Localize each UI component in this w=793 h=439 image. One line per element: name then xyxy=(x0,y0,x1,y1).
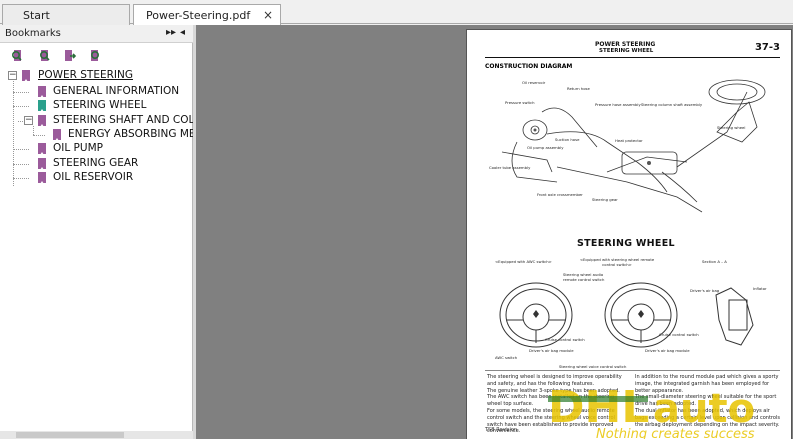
dhlauto-watermark-logo: DHL auto Nothing creates success xyxy=(548,382,755,439)
label-awc-equipped: <Equipped with AWC switch> xyxy=(495,259,552,264)
construction-diagram-title: CONSTRUCTION DIAGRAM xyxy=(485,63,573,70)
collapse-panel-icon[interactable]: ◂ xyxy=(180,27,185,38)
bookmark-label: STEERING WHEEL xyxy=(53,99,147,111)
tab-start[interactable]: Start xyxy=(2,4,130,25)
tree-connector xyxy=(13,149,29,150)
expand-bookmark-icon[interactable] xyxy=(63,49,77,63)
page-number: 37-3 xyxy=(754,42,780,53)
label-drivers-air-bag: Driver's air bag xyxy=(690,288,720,293)
section-title: POWER STEERING xyxy=(595,41,656,48)
svg-text:auto: auto xyxy=(653,386,755,432)
label-awc-switch: AWC switch xyxy=(495,355,518,360)
bookmark-icon xyxy=(38,143,46,155)
svg-text:DHL: DHL xyxy=(548,382,649,433)
new-bookmark-icon[interactable] xyxy=(11,49,25,63)
bookmark-icon xyxy=(38,115,46,127)
collapse-toggle[interactable]: − xyxy=(8,71,17,80)
pdf-viewer-app: Start Power-Steering.pdf × Bookmarks ▸▸ … xyxy=(0,0,793,439)
subsection-title: STEERING WHEEL xyxy=(599,48,654,54)
section-divider xyxy=(485,370,780,371)
bookmark-label: GENERAL INFORMATION xyxy=(53,85,180,97)
bookmark-properties-icon[interactable] xyxy=(88,49,102,63)
tab-label: Power-Steering.pdf xyxy=(146,9,251,22)
label-oil-pump: Oil pump assembly xyxy=(527,145,564,150)
collapse-toggle[interactable]: − xyxy=(24,116,33,125)
bookmark-icon xyxy=(38,172,46,184)
pdf-page: POWER STEERING STEERING WHEEL 37-3 CONST… xyxy=(466,29,792,439)
bookmark-label: STEERING GEAR xyxy=(53,157,139,169)
tree-connector xyxy=(13,106,29,107)
label-column-shaft: Steering column shaft assembly xyxy=(641,102,703,107)
tree-connector xyxy=(13,164,29,165)
bookmark-toolbar xyxy=(0,44,193,70)
label-inflator: Inflator xyxy=(753,286,767,291)
bookmark-icon xyxy=(38,158,46,170)
label-cruise-left: Cruise control switch xyxy=(545,337,585,342)
label-pressure-hose: Pressure hose assembly xyxy=(595,102,641,107)
bookmark-icon xyxy=(22,70,30,82)
svg-text:Nothing creates success: Nothing creates success xyxy=(596,427,755,439)
label-heat-protector: Heat protector xyxy=(615,138,643,143)
page-header: POWER STEERING STEERING WHEEL 37-3 xyxy=(485,40,780,58)
label-bag-module-left: Driver's air bag module xyxy=(529,348,574,353)
label-suction-hose: Suction hose xyxy=(555,137,580,142)
bookmark-label: OIL RESERVOIR xyxy=(53,171,134,183)
tab-bar: Start Power-Steering.pdf × xyxy=(0,0,793,25)
steering-wheel-heading: STEERING WHEEL xyxy=(577,238,675,249)
label-cruise-right: Cruise control switch xyxy=(659,332,699,337)
label-pressure-switch: Pressure switch xyxy=(505,100,535,105)
tree-connector xyxy=(13,81,14,186)
label-remote-equipped: <Equipped with steering wheel remote con… xyxy=(579,257,655,267)
tree-connector xyxy=(33,135,45,136)
label-section-aa: Section A – A xyxy=(702,259,727,264)
label-cooler-tube: Cooler tube assembly xyxy=(489,165,531,170)
tree-connector xyxy=(13,178,29,179)
document-viewer[interactable]: POWER STEERING STEERING WHEEL 37-3 CONST… xyxy=(196,25,793,439)
label-return-hose: Return hose xyxy=(567,86,590,91)
label-bag-module-right: Driver's air bag module xyxy=(645,348,690,353)
close-icon[interactable]: × xyxy=(263,8,273,22)
scrollbar-thumb[interactable] xyxy=(16,432,124,438)
label-crossmember: Front axle crossmember xyxy=(537,192,583,197)
bookmark-label: OIL PUMP xyxy=(53,142,103,154)
bookmark-label: POWER STEERING xyxy=(38,69,133,81)
label-voice-switch: Steering wheel voice control switch xyxy=(559,364,627,369)
tab-label: Start xyxy=(23,9,50,22)
find-bookmark-icon[interactable] xyxy=(38,49,52,63)
label-steering-wheel: Steering wheel xyxy=(717,125,746,130)
options-icon[interactable]: ▸▸ xyxy=(166,27,176,38)
label-oil-reservoir: Oil reservoir xyxy=(522,80,546,85)
bookmark-icon xyxy=(38,86,46,98)
tree-connector xyxy=(13,92,29,93)
bookmark-label: STEERING SHAFT AND COLUMI xyxy=(53,114,214,126)
page-footer: TSB Revision xyxy=(485,427,518,433)
steering-wheel-diagram xyxy=(499,282,754,348)
bookmarks-header: Bookmarks ▸▸ ◂ xyxy=(0,25,193,43)
panel-title: Bookmarks xyxy=(5,28,61,39)
tree-connector xyxy=(33,126,34,135)
bookmark-icon xyxy=(53,129,61,141)
label-steering-gear: Steering gear xyxy=(592,197,618,202)
horizontal-scrollbar[interactable] xyxy=(0,431,193,439)
bookmarks-panel: Bookmarks ▸▸ ◂ − POWER STEERING GENERAL … xyxy=(0,25,214,439)
bookmark-icon xyxy=(38,100,46,112)
tab-power-steering-pdf[interactable]: Power-Steering.pdf × xyxy=(133,4,281,25)
